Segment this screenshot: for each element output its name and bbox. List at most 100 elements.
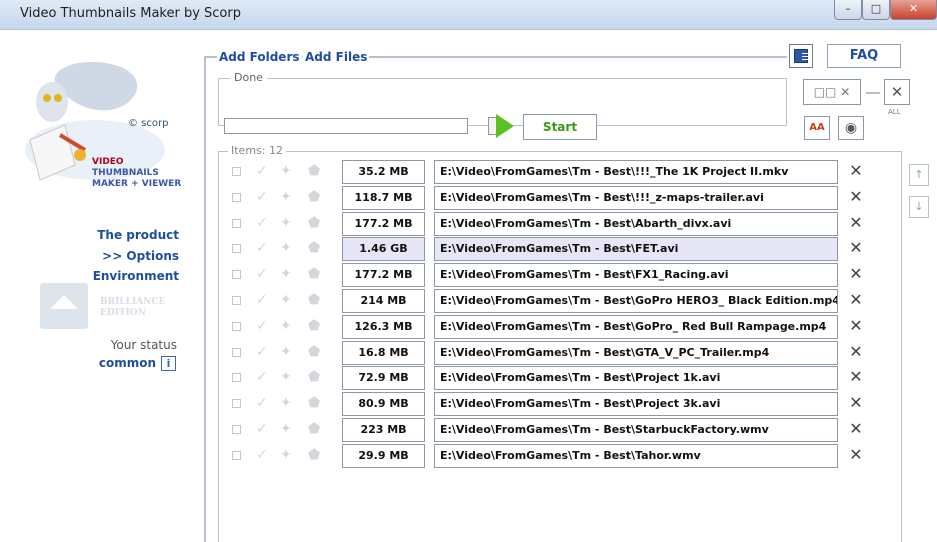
table-row[interactable]: ✓ ✦ ⬟ 126.3 MB E:\Video\FromGames\Tm - Best\…: [230, 314, 870, 339]
remove-item-icon[interactable]: ✕: [847, 239, 865, 257]
film-icon[interactable]: ✦: [280, 421, 292, 437]
film-icon[interactable]: ✦: [280, 318, 292, 334]
row-checkbox[interactable]: [232, 425, 241, 434]
close-window-button[interactable]: ✕: [890, 0, 937, 20]
gear-shape-icon[interactable]: ⬟: [308, 266, 320, 282]
file-path[interactable]: E:\Video\FromGames\Tm - Best\!!!_z-maps-…: [434, 185, 838, 210]
check-mark-icon[interactable]: ✓: [256, 240, 268, 256]
file-path[interactable]: E:\Video\FromGames\Tm - Best\FX1_Racing.…: [434, 263, 838, 288]
table-row[interactable]: ✓ ✦ ⬟ 80.9 MB E:\Video\FromGames\Tm - Best\P…: [230, 392, 870, 417]
remove-item-icon[interactable]: ✕: [847, 420, 865, 438]
start-button[interactable]: Start: [523, 114, 597, 140]
file-path[interactable]: E:\Video\FromGames\Tm - Best\!!!_The 1K …: [434, 160, 838, 184]
check-mark-icon[interactable]: ✓: [256, 344, 268, 360]
film-icon[interactable]: ✦: [280, 292, 292, 308]
table-row[interactable]: ✓ ✦ ⬟ 223 MB E:\Video\FromGames\Tm - Best\St…: [230, 418, 870, 442]
row-checkbox[interactable]: [232, 347, 241, 357]
row-checkbox[interactable]: [232, 192, 241, 202]
table-row[interactable]: ✓ ✦ ⬟ 214 MB E:\Video\FromGames\Tm - Best\Go…: [230, 289, 870, 313]
table-row[interactable]: ✓ ✦ ⬟ 35.2 MB E:\Video\FromGames\Tm - Best\!…: [230, 160, 870, 184]
gear-shape-icon[interactable]: ⬟: [308, 318, 320, 334]
remove-item-icon[interactable]: ✕: [847, 316, 865, 335]
check-mark-icon[interactable]: ✓: [256, 421, 268, 437]
table-row[interactable]: ✓ ✦ ⬟ 16.8 MB E:\Video\FromGames\Tm - Best\G…: [230, 340, 870, 365]
table-row[interactable]: ✓ ✦ ⬟ 177.2 MB E:\Video\FromGames\Tm - Best\…: [230, 263, 870, 288]
remove-item-icon[interactable]: ✕: [847, 213, 865, 232]
file-path[interactable]: E:\Video\FromGames\Tm - Best\GoPro_ Red …: [434, 314, 838, 339]
remove-item-icon[interactable]: ✕: [847, 342, 865, 361]
table-row[interactable]: ✓ ✦ ⬟ 177.2 MB E:\Video\FromGames\Tm - Best\…: [230, 211, 870, 236]
row-checkbox[interactable]: [232, 167, 241, 176]
check-mark-icon[interactable]: ✓: [256, 189, 268, 205]
file-path[interactable]: E:\Video\FromGames\Tm - Best\Abarth_divx…: [434, 211, 838, 236]
faq-button[interactable]: FAQ: [827, 44, 901, 68]
check-mark-icon[interactable]: ✓: [256, 163, 268, 179]
maximize-button[interactable]: □: [862, 0, 890, 20]
remove-all-icon[interactable]: ✕: [884, 79, 910, 105]
gear-shape-icon[interactable]: ⬟: [308, 447, 320, 463]
check-mark-icon[interactable]: ✓: [256, 292, 268, 308]
row-checkbox[interactable]: [232, 218, 241, 228]
film-icon[interactable]: ✦: [280, 369, 292, 385]
film-icon[interactable]: ✦: [280, 189, 292, 205]
check-mark-icon[interactable]: ✓: [256, 395, 268, 411]
remove-item-icon[interactable]: ✕: [847, 265, 865, 283]
check-mark-icon[interactable]: ✓: [256, 215, 268, 231]
remove-item-icon[interactable]: ✕: [847, 187, 865, 206]
file-path[interactable]: E:\Video\FromGames\Tm - Best\FET.avi: [434, 237, 838, 262]
check-mark-icon[interactable]: ✓: [256, 266, 268, 282]
gear-shape-icon[interactable]: ⬟: [308, 292, 320, 308]
remove-item-icon[interactable]: ✕: [847, 394, 865, 412]
file-path[interactable]: E:\Video\FromGames\Tm - Best\Project 1k.…: [434, 366, 838, 391]
file-path[interactable]: E:\Video\FromGames\Tm - Best\Tahor.wmv: [434, 443, 838, 468]
move-up-button[interactable]: ↑: [909, 164, 929, 186]
nav-environment[interactable]: Environment: [0, 269, 179, 283]
select-toggle-button[interactable]: □□ ✕: [803, 79, 861, 105]
check-mark-icon[interactable]: ✓: [256, 369, 268, 385]
minimize-button[interactable]: –: [834, 0, 862, 20]
check-mark-icon[interactable]: ✓: [256, 318, 268, 334]
film-icon[interactable]: ✦: [280, 395, 292, 411]
nav-the-product[interactable]: The product: [0, 228, 179, 242]
file-path[interactable]: E:\Video\FromGames\Tm - Best\Project 3k.…: [434, 392, 838, 417]
info-icon[interactable]: i: [161, 356, 176, 371]
nav-options[interactable]: >> Options: [0, 249, 179, 263]
table-row[interactable]: ✓ ✦ ⬟ 1.46 GB E:\Video\FromGames\Tm - Best\F…: [230, 237, 870, 262]
status-value[interactable]: common: [60, 356, 156, 370]
gear-shape-icon[interactable]: ⬟: [308, 240, 320, 256]
add-folders-link[interactable]: Add Folders: [217, 50, 302, 64]
font-settings-icon[interactable]: AA: [804, 116, 830, 140]
film-icon[interactable]: ✦: [280, 240, 292, 256]
remove-item-icon[interactable]: ✕: [847, 445, 865, 464]
row-checkbox[interactable]: [232, 270, 241, 280]
remove-item-icon[interactable]: ✕: [847, 162, 865, 180]
add-files-link[interactable]: Add Files: [303, 50, 370, 64]
gear-shape-icon[interactable]: ⬟: [308, 344, 320, 360]
gear-shape-icon[interactable]: ⬟: [308, 395, 320, 411]
move-down-button[interactable]: ↓: [909, 196, 929, 218]
gear-shape-icon[interactable]: ⬟: [308, 421, 320, 437]
table-row[interactable]: ✓ ✦ ⬟ 29.9 MB E:\Video\FromGames\Tm - Best\T…: [230, 443, 870, 468]
file-path[interactable]: E:\Video\FromGames\Tm - Best\GTA_V_PC_Tr…: [434, 340, 838, 365]
gear-shape-icon[interactable]: ⬟: [308, 215, 320, 231]
settings-dial-icon[interactable]: ◉: [838, 116, 864, 140]
remove-item-icon[interactable]: ✕: [847, 368, 865, 386]
row-checkbox[interactable]: [232, 244, 241, 254]
gear-shape-icon[interactable]: ⬟: [308, 163, 320, 179]
row-checkbox[interactable]: [232, 450, 241, 460]
row-checkbox[interactable]: [232, 296, 241, 305]
gear-shape-icon[interactable]: ⬟: [308, 189, 320, 205]
table-row[interactable]: ✓ ✦ ⬟ 72.9 MB E:\Video\FromGames\Tm - Best\P…: [230, 366, 870, 391]
row-checkbox[interactable]: [232, 399, 241, 409]
gear-shape-icon[interactable]: ⬟: [308, 369, 320, 385]
play-icon[interactable]: [496, 114, 514, 138]
check-mark-icon[interactable]: ✓: [256, 447, 268, 463]
remove-item-icon[interactable]: ✕: [847, 291, 865, 309]
file-path[interactable]: E:\Video\FromGames\Tm - Best\StarbuckFac…: [434, 418, 838, 442]
film-icon[interactable]: ✦: [280, 215, 292, 231]
film-icon[interactable]: ✦: [280, 266, 292, 282]
row-checkbox[interactable]: [232, 373, 241, 383]
table-row[interactable]: ✓ ✦ ⬟ 118.7 MB E:\Video\FromGames\Tm - Best\…: [230, 185, 870, 210]
film-icon[interactable]: ✦: [280, 447, 292, 463]
row-checkbox[interactable]: [232, 321, 241, 331]
